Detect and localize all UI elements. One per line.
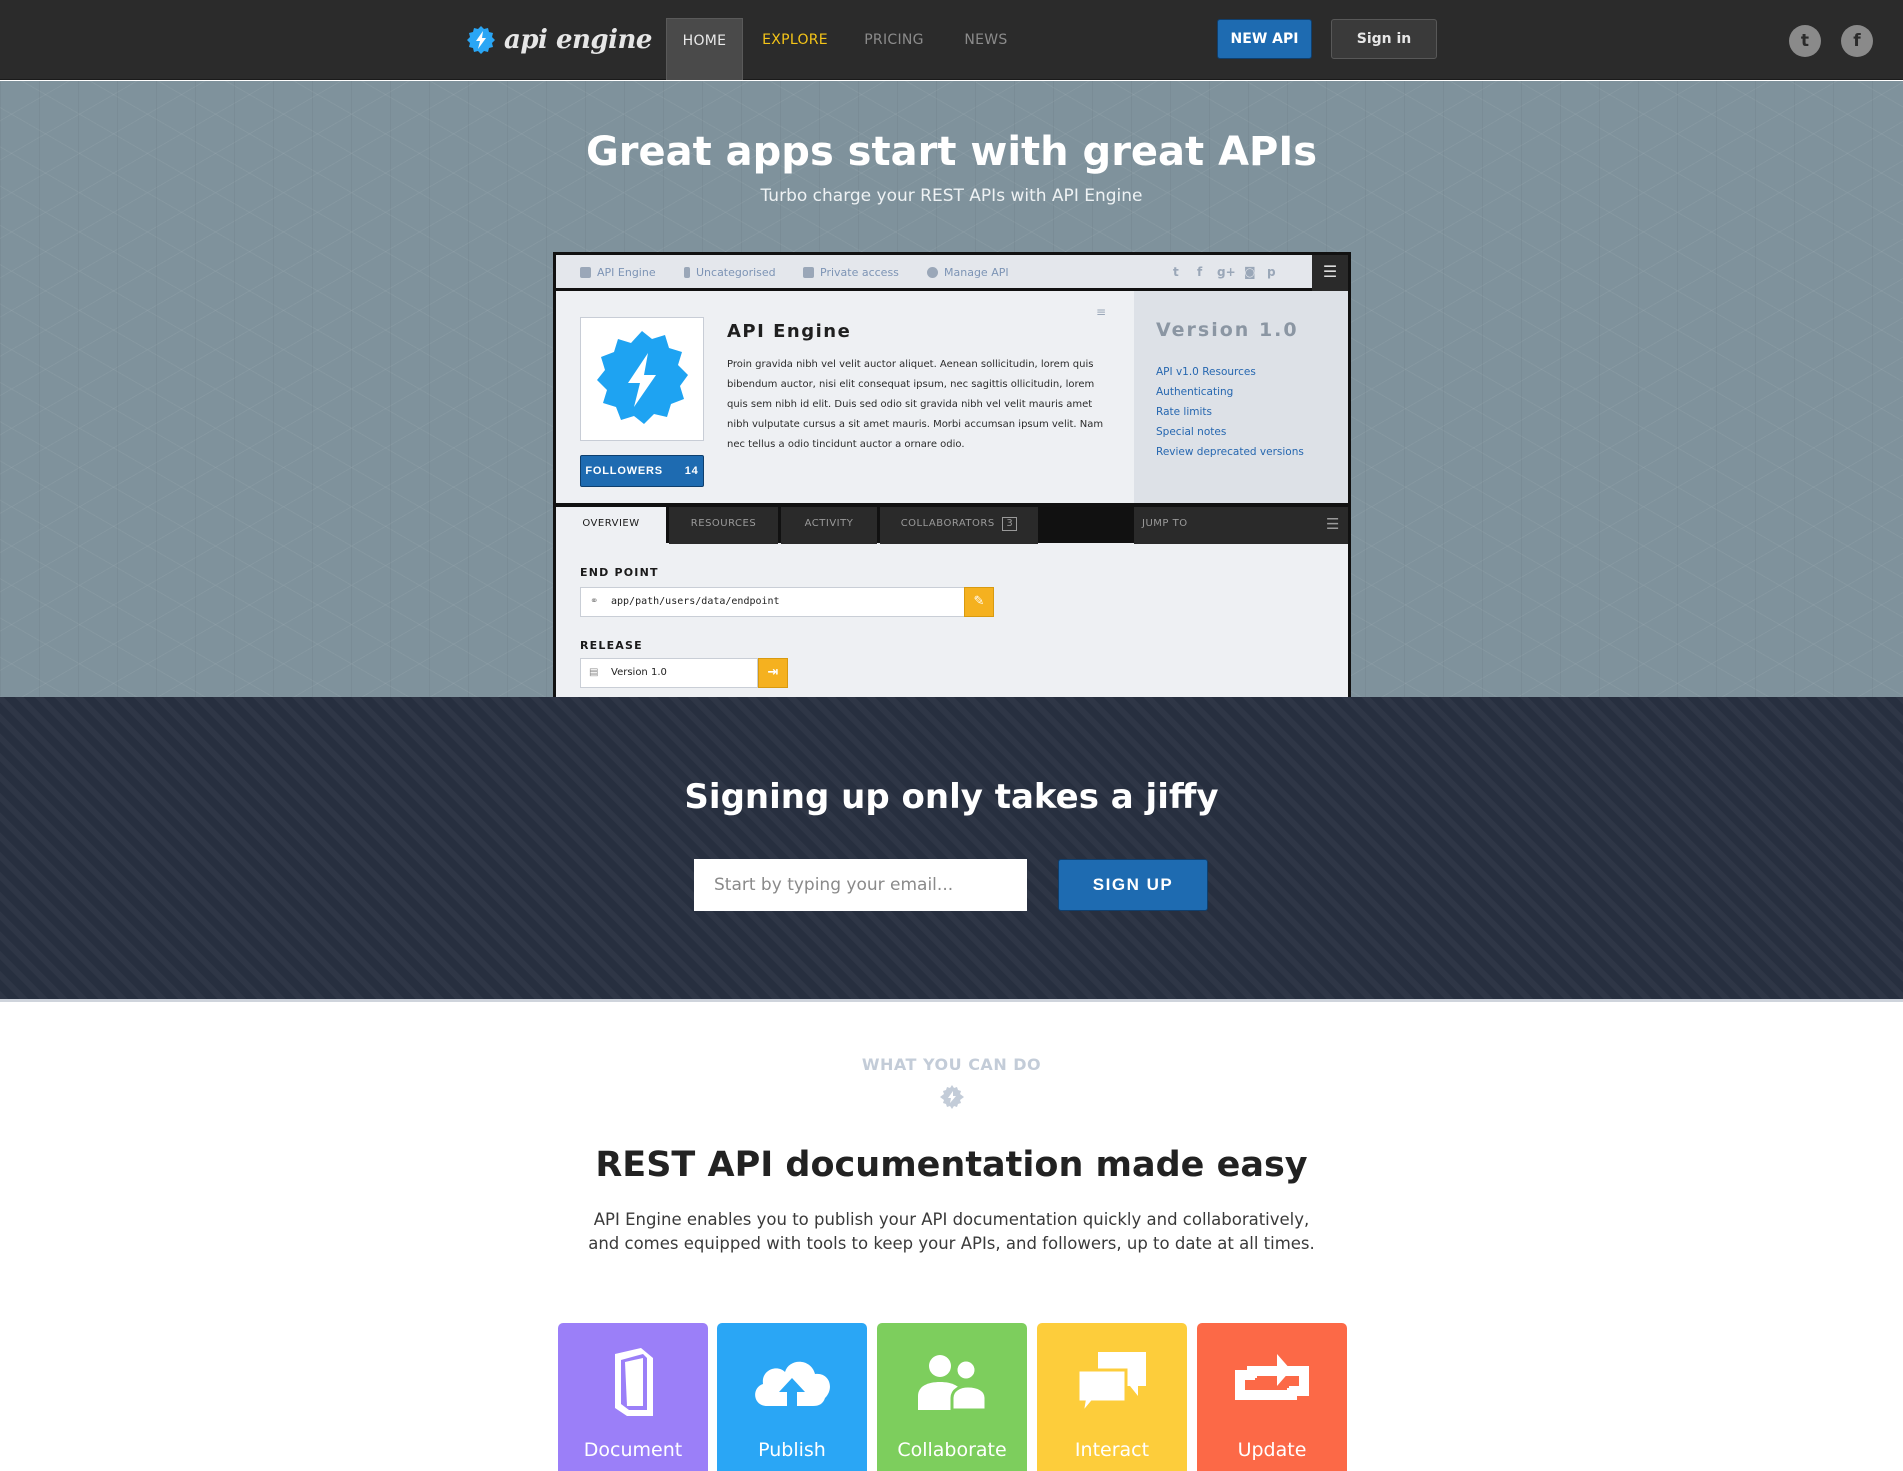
signup-section: Signing up only takes a jiffy SIGN UP [0, 697, 1903, 1002]
api-preview-window: API Engine Uncategorised Private access … [553, 252, 1351, 697]
tile-collaborate-label: Collaborate [897, 1439, 1007, 1461]
hamburger-icon: ☰ [1326, 515, 1340, 533]
nav-pricing[interactable]: PRICING [852, 18, 936, 80]
followers-label: FOLLOWERS [585, 465, 663, 477]
version-link-special-notes[interactable]: Special notes [1156, 426, 1226, 438]
tab-collaborators-label: COLLABORATORS [900, 518, 995, 529]
owner-label: API Engine [597, 266, 656, 279]
followers-count: 14 [684, 465, 699, 477]
menu-icon[interactable]: ☰ [1312, 255, 1348, 291]
gear-bolt-logo-icon [467, 26, 495, 54]
top-navbar: api engine HOME EXPLORE PRICING NEWS NEW… [0, 0, 1903, 80]
endpoint-field[interactable]: ⚭ app/path/users/data/endpoint [580, 587, 966, 617]
hero-subtitle: Turbo charge your REST APIs with API Eng… [760, 186, 1143, 206]
facebook-share-icon[interactable]: f [1197, 265, 1202, 279]
features-title: REST API documentation made easy [595, 1145, 1308, 1185]
github-share-icon[interactable]: ◙ [1244, 265, 1256, 279]
version-link-resources[interactable]: API v1.0 Resources [1156, 366, 1256, 378]
signup-title: Signing up only takes a jiffy [684, 777, 1219, 817]
api-name: API Engine [727, 321, 852, 342]
release-label: RELEASE [580, 639, 643, 652]
version-link-rate-limits[interactable]: Rate limits [1156, 406, 1212, 418]
twitter-share-icon[interactable]: t [1173, 265, 1179, 279]
logo[interactable]: api engine [466, 22, 652, 58]
user-icon [580, 267, 591, 278]
gear-divider-icon [940, 1085, 964, 1113]
logo-text: api engine [504, 25, 652, 55]
access-link[interactable]: Private access [803, 266, 899, 279]
pencil-icon: ✎ [973, 594, 985, 609]
options-icon[interactable]: ≡ [1096, 305, 1106, 319]
features-description-line1: API Engine enables you to publish your A… [593, 1210, 1310, 1229]
tab-collaborators[interactable]: COLLABORATORS 3 [880, 507, 1038, 544]
manage-api-link[interactable]: Manage API [927, 266, 1009, 279]
nav-home[interactable]: HOME [666, 18, 743, 80]
release-field[interactable]: ▤ Version 1.0 [580, 658, 758, 688]
followers-button[interactable]: FOLLOWERS 14 [580, 455, 704, 487]
manage-api-label: Manage API [944, 266, 1009, 279]
access-label: Private access [820, 266, 899, 279]
tab-overview[interactable]: OVERVIEW [556, 507, 666, 544]
enter-icon: ⇥ [767, 665, 779, 680]
link-icon: ⚭ [590, 596, 599, 607]
tile-interact-label: Interact [1074, 1439, 1150, 1461]
cloud-upload-icon [755, 1361, 830, 1410]
nav-explore[interactable]: EXPLORE [753, 18, 837, 80]
new-api-button[interactable]: NEW API [1217, 19, 1312, 59]
facebook-icon[interactable]: f [1841, 25, 1873, 57]
chat-icon [1076, 1352, 1146, 1418]
refresh-icon [1235, 1354, 1309, 1400]
features-kicker: WHAT YOU CAN DO [861, 1055, 1042, 1074]
tile-update[interactable]: Update [1197, 1323, 1347, 1471]
edit-endpoint-button[interactable]: ✎ [964, 587, 994, 617]
endpoint-value: app/path/users/data/endpoint [611, 596, 780, 607]
gear-icon [927, 267, 938, 278]
owner-link[interactable]: API Engine [580, 266, 656, 279]
hero-title: Great apps start with great APIs [585, 129, 1318, 175]
bookmark-icon [684, 267, 690, 278]
book-icon: ▤ [589, 667, 599, 678]
category-link[interactable]: Uncategorised [684, 266, 776, 279]
api-description: Proin gravida nibh vel velit auctor aliq… [727, 359, 1104, 450]
collaborators-badge: 3 [1002, 517, 1018, 531]
gear-bolt-icon [597, 331, 688, 424]
version-title: Version 1.0 [1156, 319, 1299, 341]
users-icon [918, 1355, 988, 1412]
jump-to-dropdown[interactable]: JUMP TO ☰ [1134, 507, 1348, 544]
tile-publish[interactable]: Publish [717, 1323, 867, 1471]
version-link-deprecated[interactable]: Review deprecated versions [1156, 446, 1304, 458]
preview-toolbar: API Engine Uncategorised Private access … [556, 255, 1348, 291]
sign-in-button[interactable]: Sign in [1331, 19, 1437, 59]
api-tabs: OVERVIEW RESOURCES ACTIVITY COLLABORATOR… [556, 503, 1348, 544]
pinterest-share-icon[interactable]: p [1267, 265, 1276, 279]
lock-icon [803, 267, 814, 278]
twitter-icon[interactable]: t [1789, 25, 1821, 57]
api-logo [580, 317, 704, 441]
tile-collaborate[interactable]: Collaborate [877, 1323, 1027, 1471]
tile-document[interactable]: Document [558, 1323, 708, 1471]
tab-resources[interactable]: RESOURCES [669, 507, 778, 544]
features-description-line2: and comes equipped with tools to keep yo… [588, 1234, 1315, 1253]
googleplus-share-icon[interactable]: g+ [1217, 265, 1236, 279]
version-link-authenticating[interactable]: Authenticating [1156, 386, 1233, 398]
jump-to-label: JUMP TO [1142, 518, 1188, 529]
category-label: Uncategorised [696, 266, 776, 279]
tab-activity[interactable]: ACTIVITY [781, 507, 877, 544]
tile-publish-label: Publish [758, 1439, 826, 1461]
nav-news[interactable]: NEWS [951, 18, 1021, 80]
tile-document-label: Document [583, 1439, 683, 1461]
email-input[interactable] [694, 859, 1027, 911]
sign-up-button[interactable]: SIGN UP [1058, 859, 1208, 911]
version-panel: Version 1.0 API v1.0 Resources Authentic… [1134, 291, 1348, 503]
endpoint-label: END POINT [580, 566, 659, 579]
release-value: Version 1.0 [611, 667, 667, 678]
tile-update-label: Update [1237, 1439, 1307, 1461]
release-go-button[interactable]: ⇥ [758, 658, 788, 688]
book-icon [615, 1348, 653, 1416]
tile-interact[interactable]: Interact [1037, 1323, 1187, 1471]
